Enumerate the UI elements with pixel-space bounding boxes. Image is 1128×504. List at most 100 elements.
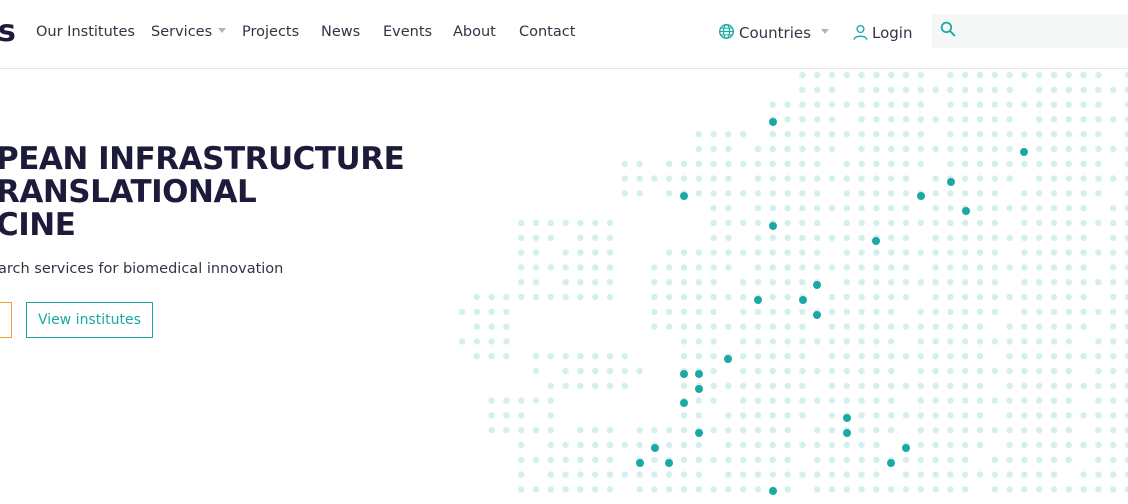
map-dot	[947, 71, 954, 79]
map-dot	[606, 382, 614, 389]
nav-item-news[interactable]: News	[321, 22, 360, 42]
map-dot	[873, 116, 880, 123]
map-dot	[858, 190, 865, 197]
map-dot	[488, 412, 495, 419]
map-dot	[843, 456, 850, 463]
countries-dropdown[interactable]: Countries	[718, 22, 829, 44]
institute-marker[interactable]	[651, 444, 659, 452]
map-dot	[991, 279, 998, 286]
institute-marker[interactable]	[917, 192, 925, 200]
institute-marker[interactable]	[754, 296, 762, 304]
institute-marker[interactable]	[636, 459, 644, 467]
map-dot	[1095, 175, 1102, 182]
institute-marker[interactable]	[769, 222, 777, 230]
map-dot	[1006, 71, 1013, 79]
search-icon[interactable]	[940, 21, 956, 41]
map-dot	[488, 308, 495, 315]
nav-item-contact[interactable]: Contact	[519, 22, 575, 42]
map-dot	[814, 160, 821, 167]
map-dot	[799, 338, 806, 345]
institute-marker[interactable]	[843, 414, 851, 422]
institute-marker[interactable]	[947, 178, 955, 186]
map-dot	[843, 160, 850, 167]
institute-marker[interactable]	[695, 370, 703, 378]
map-dot	[651, 486, 658, 493]
map-dot	[947, 471, 954, 478]
map-dot	[680, 441, 688, 449]
map-dot	[562, 367, 569, 375]
explore-button[interactable]	[0, 302, 12, 338]
map-dot	[1021, 249, 1028, 256]
institute-marker[interactable]	[680, 192, 688, 200]
map-dot	[562, 249, 569, 256]
map-dot	[843, 279, 850, 286]
search-input[interactable]	[964, 18, 1124, 44]
map-dot	[740, 486, 747, 493]
map-dot	[784, 382, 791, 389]
map-dot	[547, 264, 554, 271]
map-dot	[1095, 456, 1102, 463]
map-dot	[1021, 412, 1028, 419]
institute-marker[interactable]	[887, 459, 895, 467]
institute-marker[interactable]	[724, 355, 732, 363]
map-dot	[873, 219, 880, 227]
map-dot	[784, 145, 791, 153]
map-dot	[962, 101, 969, 108]
institute-marker[interactable]	[680, 370, 688, 378]
map-dot	[858, 205, 865, 212]
map-dot	[1036, 412, 1043, 419]
map-dot	[577, 441, 584, 449]
map-dot	[828, 441, 836, 449]
map-dot	[828, 131, 836, 138]
map-dot	[902, 382, 910, 389]
institute-marker[interactable]	[872, 237, 880, 245]
institute-marker[interactable]	[680, 399, 688, 407]
nav-item-about[interactable]: About	[453, 22, 496, 42]
map-dot	[621, 160, 628, 167]
map-dot	[754, 234, 762, 241]
map-dot	[1080, 486, 1087, 493]
map-dot	[799, 160, 806, 167]
login-link[interactable]: Login	[852, 22, 912, 44]
map-dot	[991, 486, 998, 493]
institute-marker[interactable]	[799, 296, 807, 304]
institute-marker[interactable]	[665, 459, 673, 467]
institute-marker[interactable]	[1020, 148, 1028, 156]
map-dot	[1036, 486, 1043, 493]
institute-marker[interactable]	[769, 487, 777, 495]
map-dot	[799, 205, 806, 212]
institute-marker[interactable]	[902, 444, 910, 452]
institute-marker[interactable]	[813, 281, 821, 289]
map-dot	[784, 441, 791, 449]
map-dot	[1065, 234, 1072, 241]
institute-marker[interactable]	[962, 207, 970, 215]
map-dot	[695, 249, 702, 256]
site-logo[interactable]: s	[0, 14, 16, 50]
map-dot	[858, 323, 865, 330]
institute-marker[interactable]	[769, 118, 777, 126]
institute-marker[interactable]	[695, 429, 703, 437]
map-dot	[843, 175, 850, 182]
map-dot	[947, 249, 954, 256]
map-dot	[754, 190, 762, 197]
map-dot	[784, 486, 791, 493]
map-dot	[725, 293, 732, 301]
institute-marker[interactable]	[843, 429, 851, 437]
map-dot	[1006, 205, 1013, 212]
view-institutes-button[interactable]: View institutes	[26, 302, 153, 338]
map-dot	[976, 86, 984, 93]
map-dot	[873, 86, 880, 93]
map-dot	[917, 323, 924, 330]
map-dot	[991, 249, 998, 256]
nav-item-events[interactable]: Events	[383, 22, 432, 42]
map-dot	[577, 353, 584, 360]
institute-marker[interactable]	[695, 385, 703, 393]
map-dot	[888, 427, 895, 434]
nav-item-services[interactable]: Services	[151, 22, 227, 42]
map-dot	[1006, 145, 1013, 153]
nav-item-our-institutes[interactable]: Our Institutes	[36, 22, 135, 42]
institute-marker[interactable]	[813, 311, 821, 319]
nav-item-projects[interactable]: Projects	[242, 22, 299, 42]
map-dot	[710, 219, 717, 227]
map-dot	[888, 145, 895, 153]
